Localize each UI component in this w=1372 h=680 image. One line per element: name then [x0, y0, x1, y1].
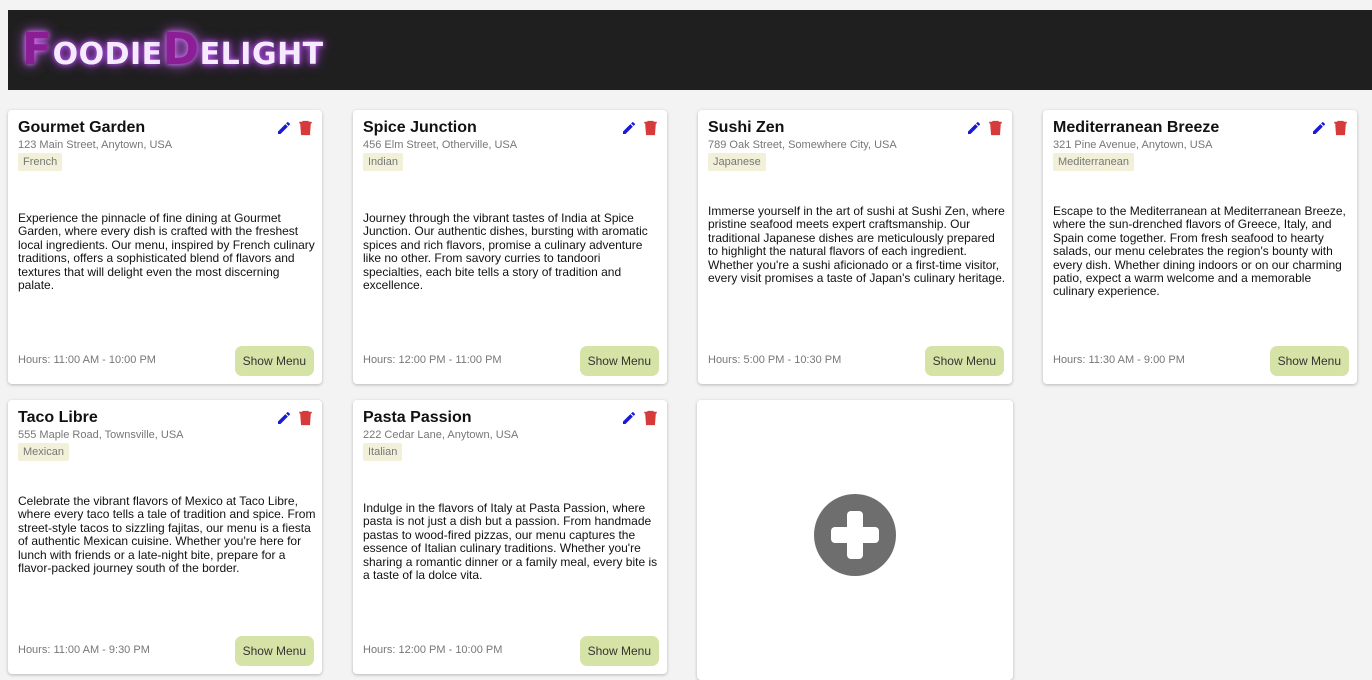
restaurant-address: 555 Maple Road, Townsville, USA — [18, 429, 184, 441]
trash-icon[interactable] — [644, 120, 657, 136]
logo-letter-d: D — [162, 24, 200, 75]
restaurant-hours: Hours: 12:00 PM - 11:00 PM — [363, 354, 502, 366]
restaurant-hours: Hours: 11:00 AM - 10:00 PM — [18, 354, 156, 366]
restaurant-address: 123 Main Street, Anytown, USA — [18, 139, 173, 151]
plus-circle-icon[interactable] — [814, 494, 896, 576]
trash-icon[interactable] — [299, 120, 312, 136]
show-menu-button[interactable]: Show Menu — [1269, 346, 1349, 376]
show-menu-button[interactable]: Show Menu — [924, 346, 1004, 376]
restaurant-name: Taco Libre — [18, 409, 98, 426]
trash-icon[interactable] — [1334, 120, 1347, 136]
restaurant-hours: Hours: 11:30 AM - 9:00 PM — [1053, 354, 1185, 366]
app-header: FOODIEDELIGHT — [8, 10, 1372, 90]
restaurant-hours: Hours: 5:00 PM - 10:30 PM — [708, 354, 842, 366]
show-menu-button[interactable]: Show Menu — [579, 346, 659, 376]
restaurant-name: Pasta Passion — [363, 409, 472, 426]
site-logo[interactable]: FOODIEDELIGHT — [22, 24, 324, 75]
restaurant-address: 321 Pine Avenue, Anytown, USA — [1053, 139, 1213, 151]
cuisine-tag: Italian — [363, 443, 403, 461]
show-menu-button[interactable]: Show Menu — [579, 636, 659, 666]
pencil-icon[interactable] — [621, 120, 637, 136]
pencil-icon[interactable] — [276, 120, 292, 136]
pencil-icon[interactable] — [966, 120, 982, 136]
restaurant-card: Sushi Zen 789 Oak Street, Somewhere City… — [698, 110, 1012, 384]
pencil-icon[interactable] — [621, 410, 637, 426]
restaurant-hours: Hours: 11:00 AM - 9:30 PM — [18, 644, 150, 656]
show-menu-button[interactable]: Show Menu — [234, 346, 314, 376]
pencil-icon[interactable] — [276, 410, 292, 426]
add-restaurant-card[interactable] — [697, 400, 1013, 680]
cuisine-tag: French — [18, 153, 63, 171]
trash-icon[interactable] — [299, 410, 312, 426]
restaurant-description: Immerse yourself in the art of sushi at … — [708, 204, 1006, 286]
restaurant-name: Spice Junction — [363, 119, 477, 136]
restaurant-description: Indulge in the flavors of Italy at Pasta… — [363, 501, 658, 583]
restaurant-description: Journey through the vibrant tastes of In… — [363, 211, 648, 293]
trash-icon[interactable] — [989, 120, 1002, 136]
cuisine-tag: Japanese — [708, 153, 766, 171]
restaurant-description: Escape to the Mediterranean at Mediterra… — [1053, 204, 1346, 299]
restaurant-address: 222 Cedar Lane, Anytown, USA — [363, 429, 519, 441]
restaurant-address: 456 Elm Street, Otherville, USA — [363, 139, 518, 151]
restaurant-card: Taco Libre 555 Maple Road, Townsville, U… — [8, 400, 322, 674]
restaurant-name: Gourmet Garden — [18, 119, 146, 136]
restaurant-description: Celebrate the vibrant flavors of Mexico … — [18, 494, 316, 576]
show-menu-button[interactable]: Show Menu — [234, 636, 314, 666]
restaurant-card: Gourmet Garden 123 Main Street, Anytown,… — [8, 110, 322, 384]
restaurant-description: Experience the pinnacle of fine dining a… — [18, 211, 315, 293]
logo-text-elight: ELIGHT — [199, 37, 324, 72]
cuisine-tag: Indian — [363, 153, 403, 171]
restaurant-card: Pasta Passion 222 Cedar Lane, Anytown, U… — [353, 400, 667, 674]
cuisine-tag: Mediterranean — [1053, 153, 1134, 171]
logo-letter-f: F — [22, 24, 53, 75]
pencil-icon[interactable] — [1311, 120, 1327, 136]
restaurant-card: Mediterranean Breeze 321 Pine Avenue, An… — [1043, 110, 1357, 384]
restaurant-hours: Hours: 12:00 PM - 10:00 PM — [363, 644, 503, 656]
restaurant-name: Mediterranean Breeze — [1053, 119, 1220, 136]
restaurant-address: 789 Oak Street, Somewhere City, USA — [708, 139, 897, 151]
cuisine-tag: Mexican — [18, 443, 69, 461]
restaurant-card: Spice Junction 456 Elm Street, Othervill… — [353, 110, 667, 384]
logo-text-oodie: OODIE — [52, 37, 163, 72]
restaurant-name: Sushi Zen — [708, 119, 785, 136]
trash-icon[interactable] — [644, 410, 657, 426]
